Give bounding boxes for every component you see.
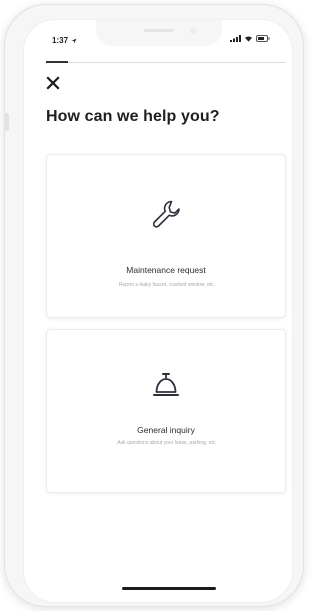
home-indicator[interactable] [122,587,216,590]
maintenance-request-description: Report a leaky faucet, cracked window, e… [118,282,216,288]
screen: 1:37 How can we help you? Maintenance re… [23,19,293,603]
camera [190,27,197,34]
wrench-icon [149,197,183,236]
mute-switch [5,113,9,131]
general-inquiry-label: General inquiry [137,425,195,435]
status-bar-icons [230,35,270,42]
status-bar-time: 1:37 [52,36,77,45]
maintenance-request-card[interactable]: Maintenance request Report a leaky fauce… [46,154,286,318]
maintenance-request-label: Maintenance request [126,265,206,275]
general-inquiry-description: Ask questions about your lease, parking,… [117,440,217,446]
status-time-text: 1:37 [52,36,69,45]
header-divider-accent [46,61,68,63]
location-arrow-icon [71,38,77,44]
speaker [144,29,174,32]
notch [96,20,222,46]
battery-icon [256,35,270,42]
close-button[interactable] [46,76,60,90]
wifi-icon [245,36,252,42]
page-title: How can we help you? [46,108,220,125]
phone-frame: 1:37 How can we help you? Maintenance re… [4,4,304,607]
close-icon [46,76,60,90]
header-divider [46,62,286,63]
service-bell-icon [151,370,181,405]
cell-signal-icon [230,35,241,42]
general-inquiry-card[interactable]: General inquiry Ask questions about your… [46,329,286,493]
